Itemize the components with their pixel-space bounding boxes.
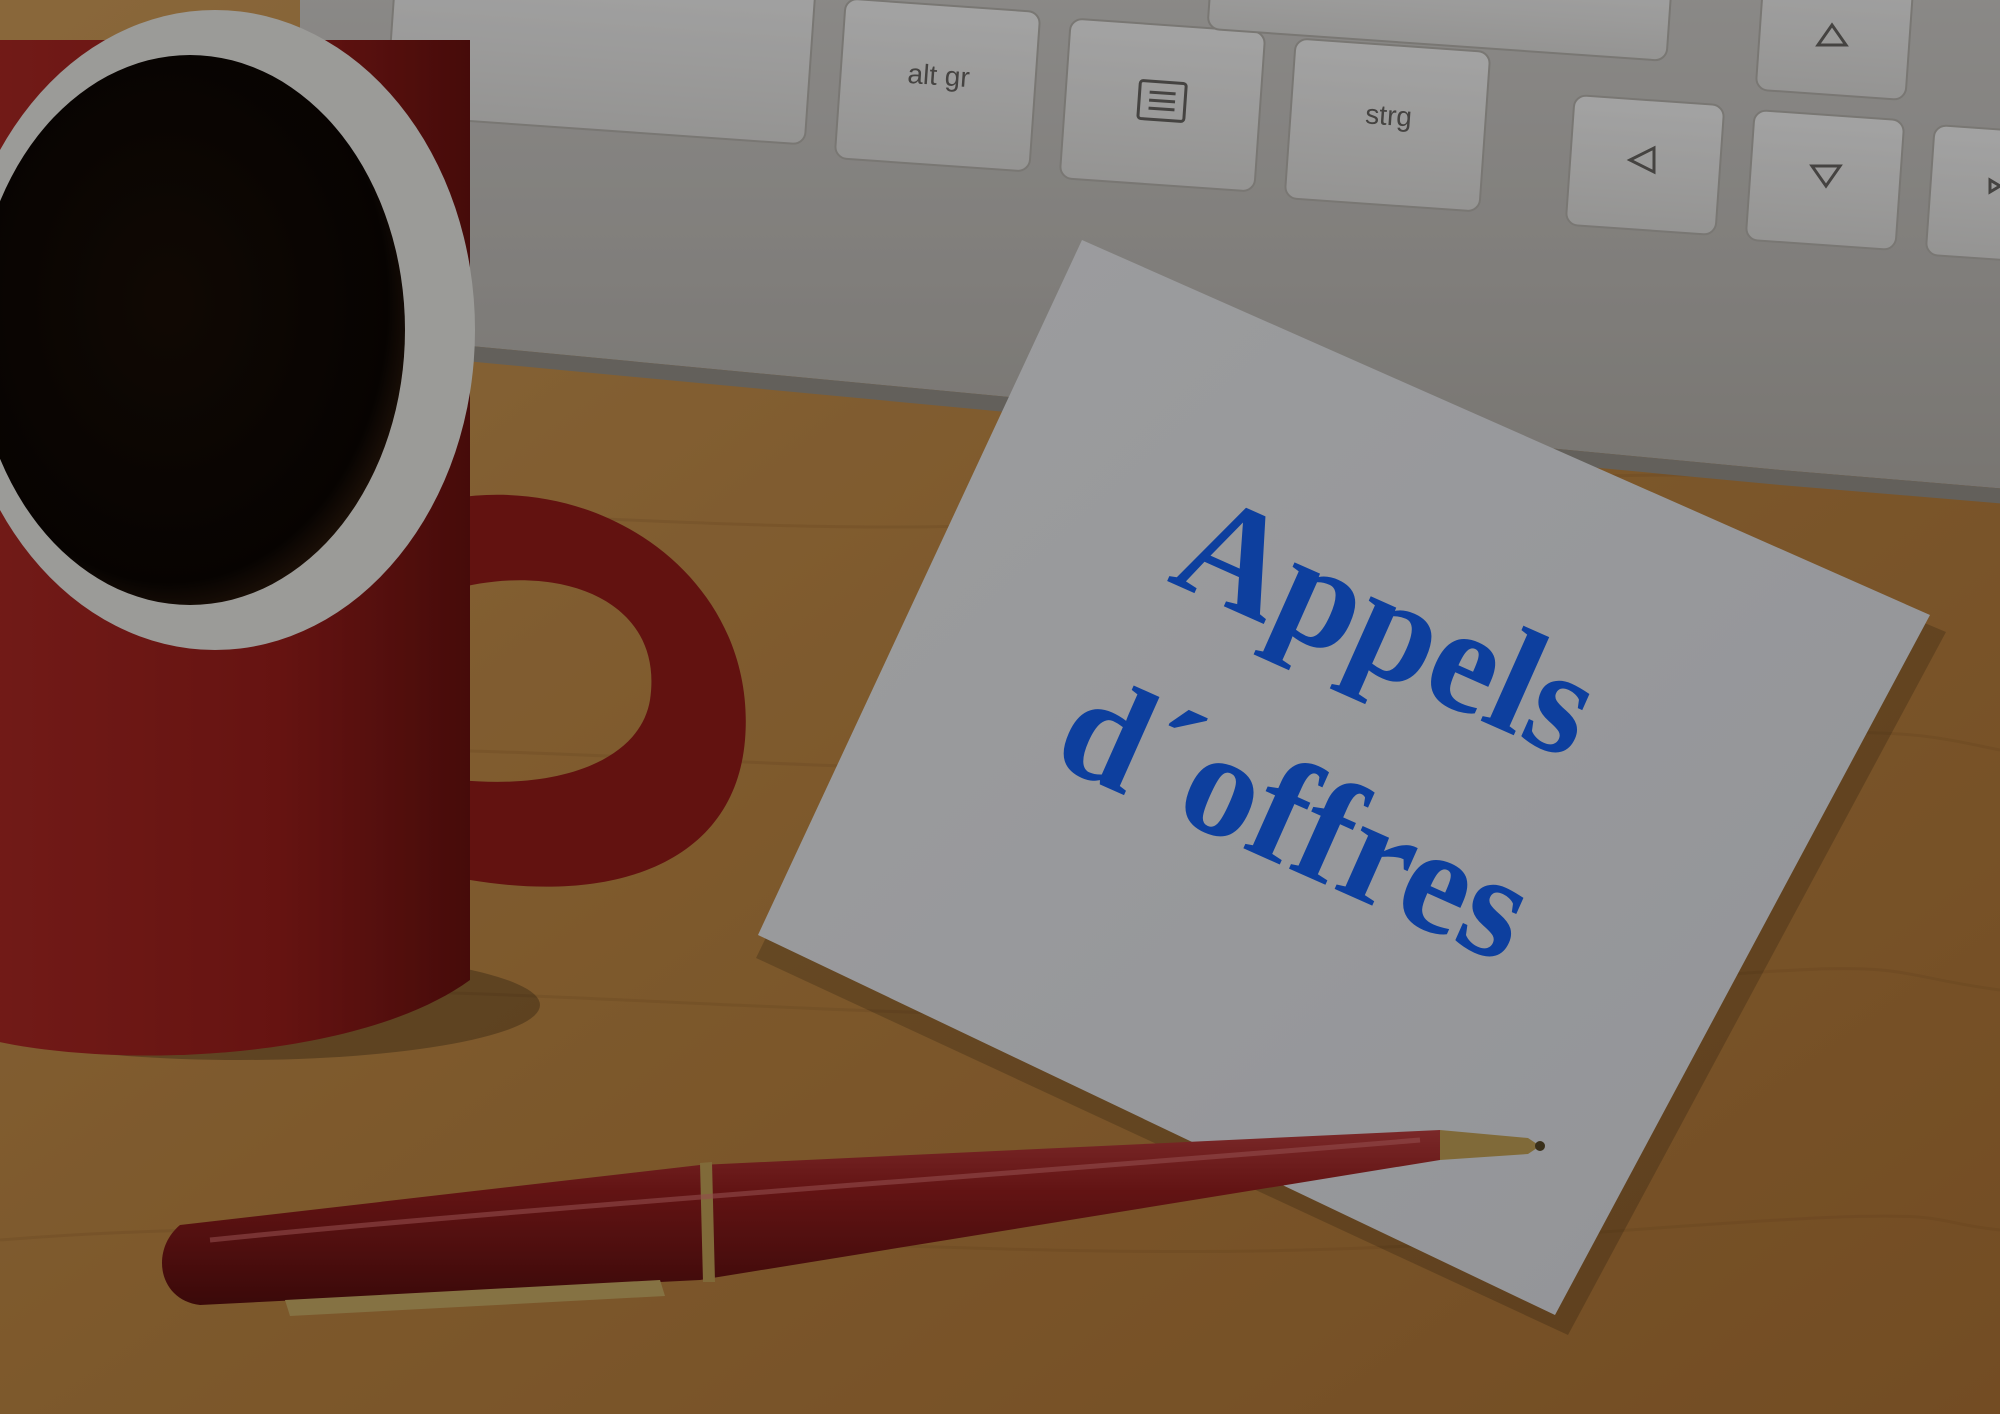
key-label-strg: strg xyxy=(1364,98,1413,132)
desk-photo: alt gr strg xyxy=(0,0,2000,1414)
key-label-altgr: alt gr xyxy=(907,58,971,93)
photo-scene: alt gr strg Appels d´offres xyxy=(0,0,2000,1414)
